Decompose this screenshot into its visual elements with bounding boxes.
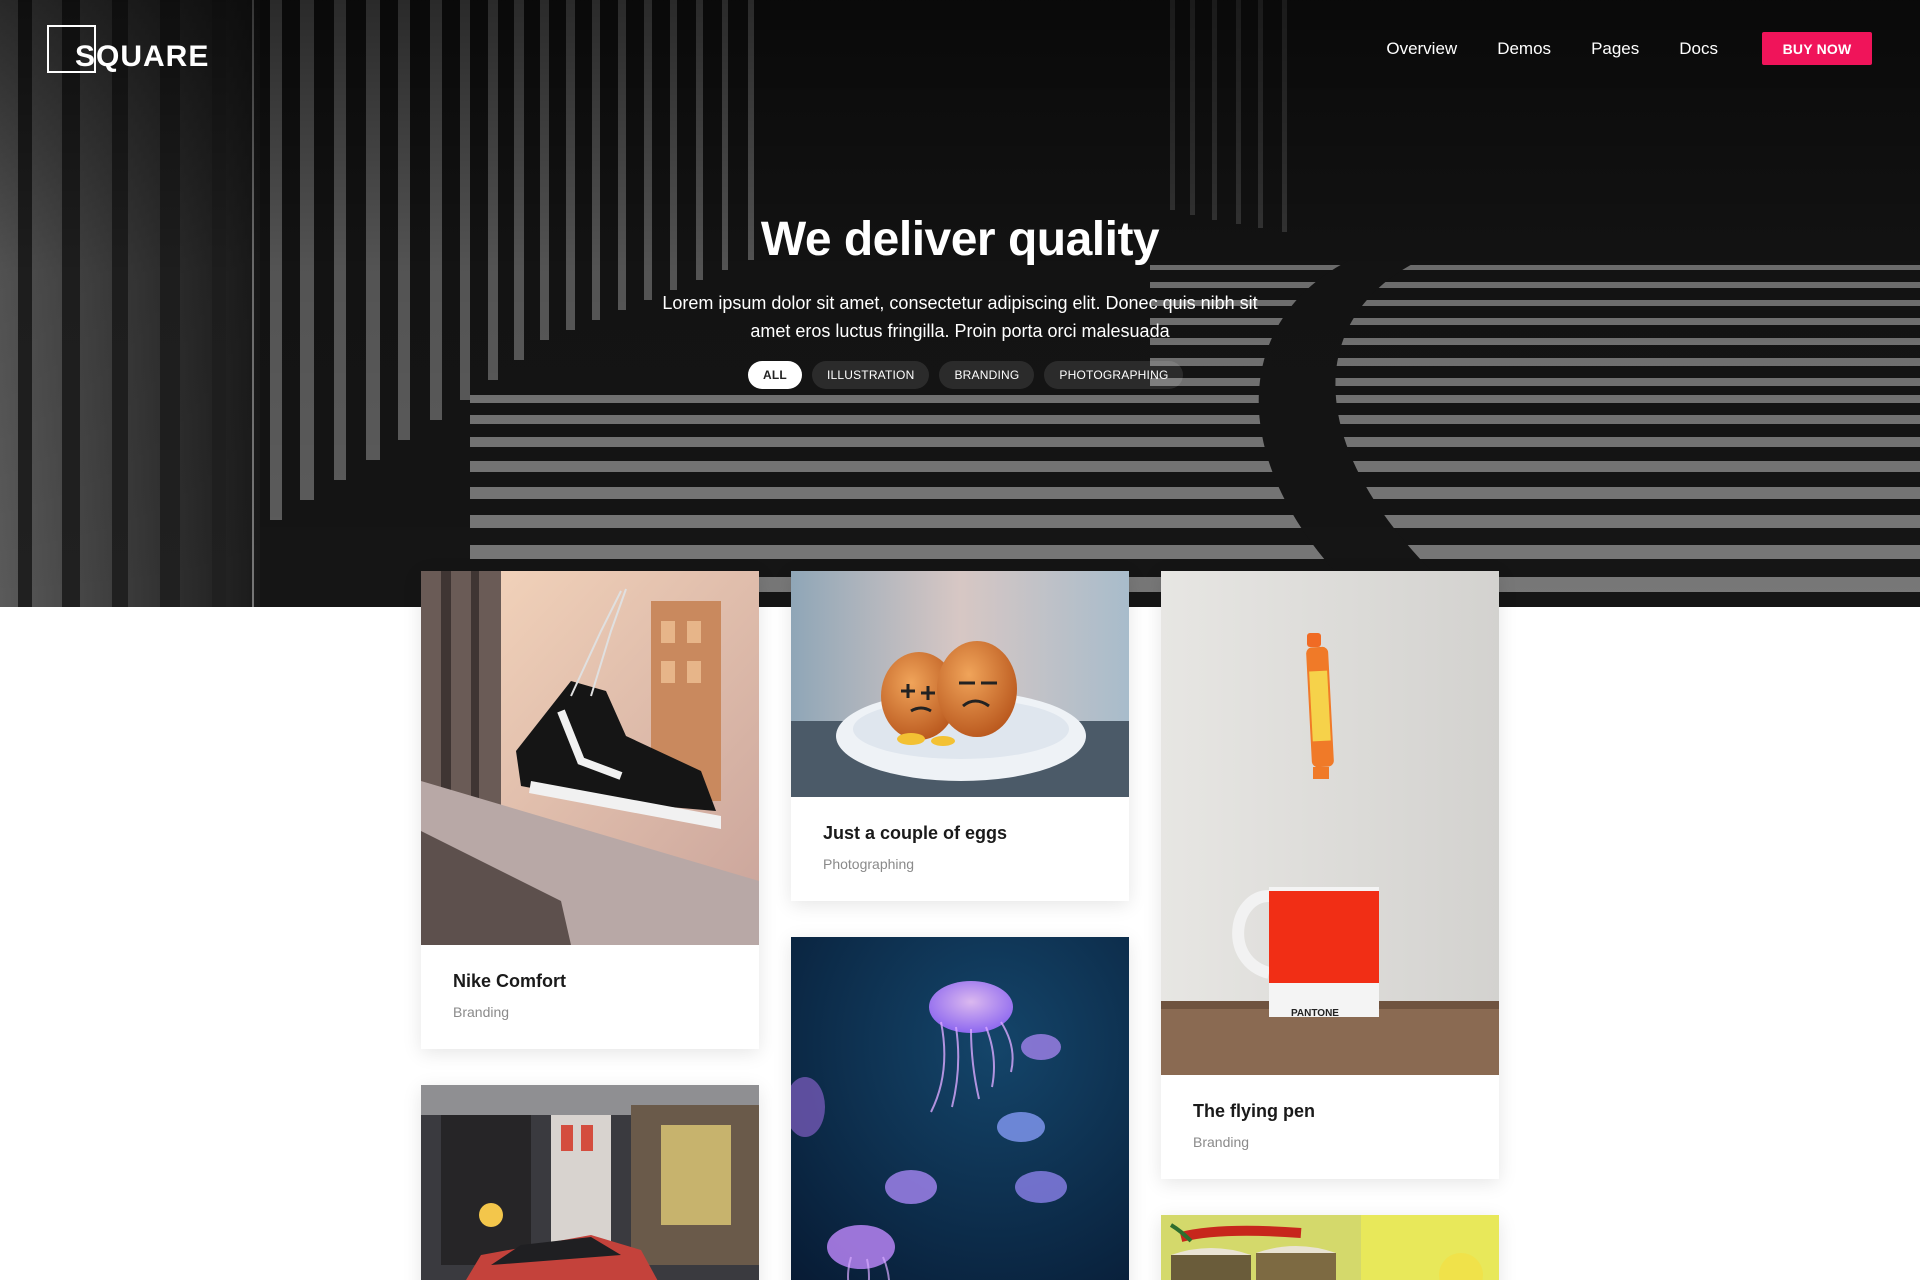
- street-car-photo: [421, 1085, 759, 1280]
- nav-link-overview[interactable]: Overview: [1386, 39, 1457, 59]
- hero-subtitle: Lorem ipsum dolor sit amet, consectetur …: [662, 293, 1258, 341]
- hero-title: We deliver quality: [760, 213, 1160, 266]
- pen-mug-photo: PANTONE: [1161, 571, 1499, 1075]
- portfolio-card-jellyfish[interactable]: [791, 937, 1129, 1280]
- portfolio-card-jars[interactable]: [1161, 1215, 1499, 1280]
- filter-illustration[interactable]: ILLUSTRATION: [811, 361, 930, 389]
- filter-photographing[interactable]: PHOTOGRAPHING: [1044, 361, 1184, 389]
- main-nav: Overview Demos Pages Docs BUY NOW: [1386, 32, 1872, 65]
- card-title: Just a couple of eggs: [823, 823, 1008, 843]
- sneakers-photo: [421, 571, 759, 945]
- jellyfish-photo: [791, 937, 1129, 1280]
- portfolio-filters: ALL ILLUSTRATION BRANDING PHOTOGRAPHING: [748, 361, 1193, 389]
- filter-branding[interactable]: BRANDING: [939, 361, 1035, 389]
- nav-link-pages[interactable]: Pages: [1591, 39, 1639, 59]
- portfolio-card-eggs[interactable]: Just a couple of eggs Photographing: [791, 571, 1129, 901]
- filter-all[interactable]: ALL: [748, 361, 802, 389]
- buy-now-button[interactable]: BUY NOW: [1762, 32, 1872, 65]
- jars-photo: [1161, 1215, 1499, 1280]
- portfolio-card-nike-comfort[interactable]: Nike Comfort Branding: [421, 571, 759, 1049]
- portfolio-card-street[interactable]: [421, 1085, 759, 1280]
- logo[interactable]: SQUARE: [47, 25, 217, 77]
- mug-label: PANTONE: [1291, 1008, 1339, 1019]
- card-title: Nike Comfort: [453, 971, 567, 991]
- card-category: Photographing: [823, 856, 915, 872]
- card-category: Branding: [453, 1004, 510, 1020]
- eggs-photo: [791, 571, 1129, 797]
- card-title: The flying pen: [1193, 1101, 1316, 1121]
- nav-link-docs[interactable]: Docs: [1679, 39, 1718, 59]
- portfolio-card-flying-pen[interactable]: PANTONE The flying pen Branding: [1161, 571, 1499, 1179]
- card-category: Branding: [1193, 1134, 1250, 1150]
- nav-link-demos[interactable]: Demos: [1497, 39, 1551, 59]
- logo-text: SQUARE: [75, 40, 210, 73]
- hero-section: SQUARE Overview Demos Pages Docs BUY NOW…: [0, 0, 1920, 607]
